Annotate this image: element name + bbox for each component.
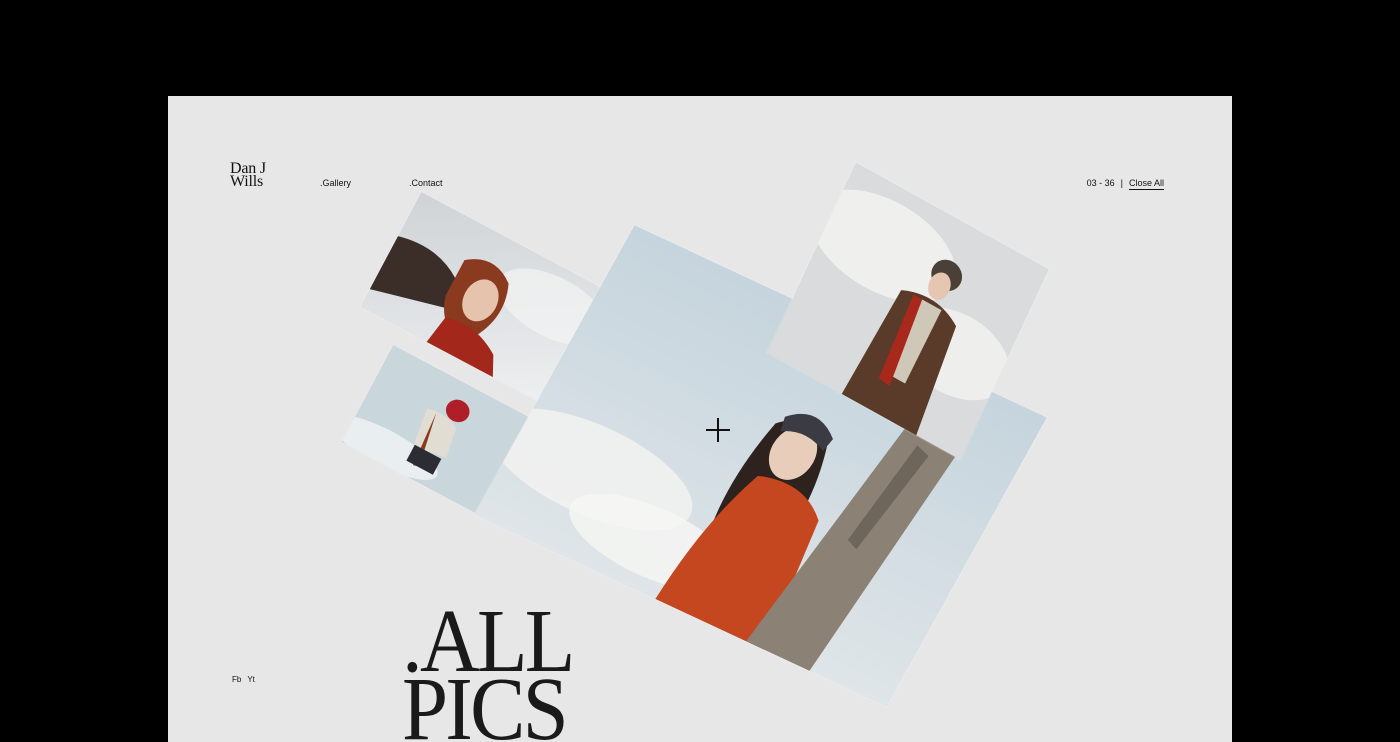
youtube-link[interactable]: Yt xyxy=(247,675,255,684)
nav-gallery-link[interactable]: .Gallery xyxy=(320,178,351,188)
expand-plus-icon[interactable] xyxy=(706,418,730,442)
facebook-link[interactable]: Fb xyxy=(232,675,241,684)
gallery-page: Dan J Wills .Gallery .Contact 03 - 36 | … xyxy=(168,96,1232,742)
close-all-button[interactable]: Close All xyxy=(1128,178,1164,190)
site-logo[interactable]: Dan J Wills xyxy=(230,161,266,190)
page-title: .ALL PICS xyxy=(402,597,587,742)
social-links: Fb Yt xyxy=(232,675,255,684)
image-counter: 03 - 36 xyxy=(1086,178,1115,188)
nav-contact-link[interactable]: .Contact xyxy=(409,178,443,188)
gallery-counter-bar: 03 - 36 | Close All xyxy=(1087,178,1164,190)
logo-line-2: Wills xyxy=(230,173,264,190)
title-line-2: PICS xyxy=(402,660,569,742)
counter-separator: | xyxy=(1120,178,1123,188)
